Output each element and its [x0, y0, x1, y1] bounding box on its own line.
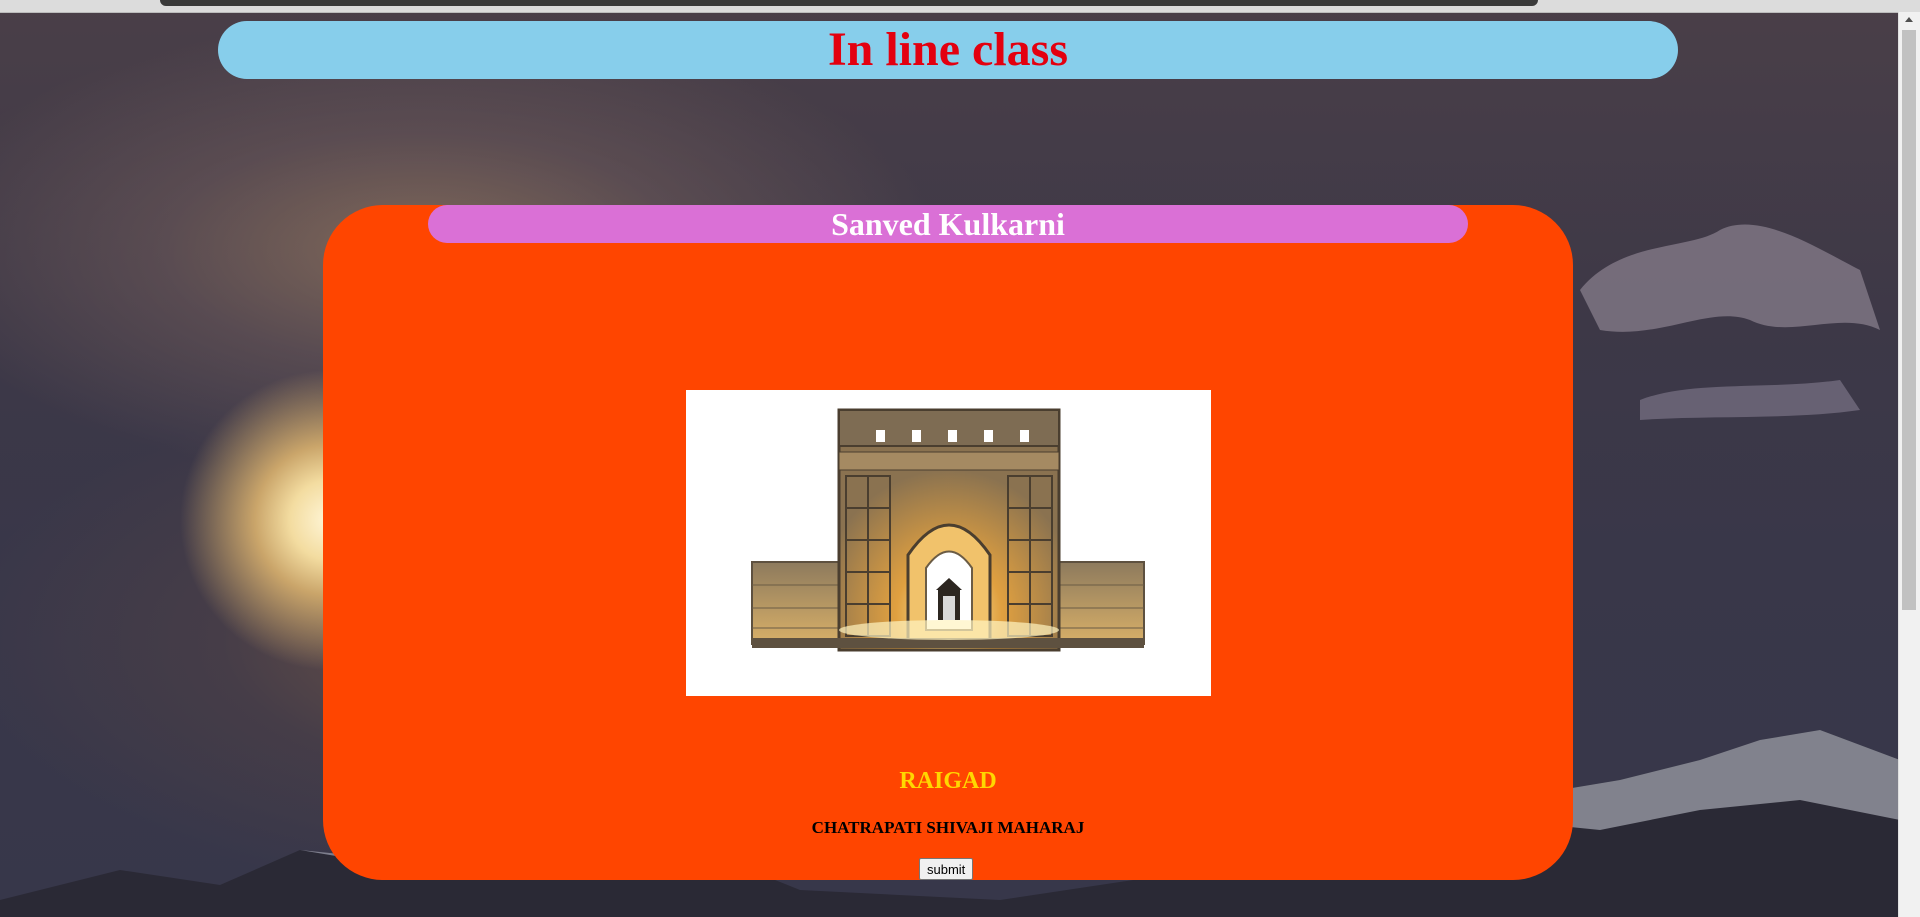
author-name: Sanved Kulkarni — [831, 206, 1065, 242]
place-title: RAIGAD — [899, 768, 997, 794]
vertical-scrollbar[interactable] — [1898, 12, 1920, 917]
browser-top-strip — [0, 0, 1920, 13]
scrollbar-thumb[interactable] — [1902, 30, 1916, 610]
submit-button[interactable]: submit — [919, 858, 974, 880]
content-card: Sanved Kulkarni RAIGAD CHATRAPATI SHIVAJ… — [323, 205, 1573, 880]
fort-gate-image — [686, 390, 1211, 696]
person-title: CHATRAPATI SHIVAJI MAHARAJ — [811, 818, 1085, 837]
name-banner: Sanved Kulkarni — [428, 205, 1468, 243]
scroll-up-arrow-icon[interactable] — [1905, 17, 1913, 22]
browser-tab-bar — [160, 0, 1538, 6]
background-clouds — [1580, 224, 1880, 420]
page-header: In line class — [218, 21, 1678, 79]
page-title: In line class — [827, 23, 1069, 76]
